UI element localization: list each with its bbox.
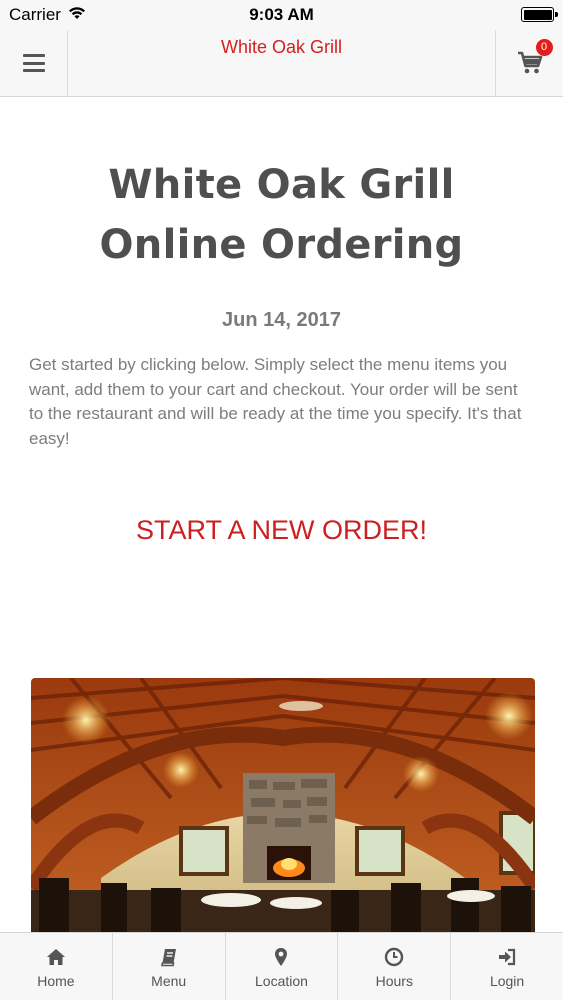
map-pin-icon: [275, 948, 288, 966]
tab-menu-label: Menu: [151, 973, 187, 989]
start-new-order-button[interactable]: START A NEW ORDER!: [0, 515, 563, 546]
order-date: Jun 14, 2017: [222, 309, 341, 331]
tab-menu[interactable]: Menu: [113, 933, 226, 1000]
page-title-line1: White Oak Grill: [108, 162, 455, 208]
page-title-line2: Online Ordering: [99, 222, 464, 268]
tab-home-label: Home: [37, 973, 75, 989]
cart-button[interactable]: 0: [495, 30, 563, 96]
main-content: White Oak Grill Online Ordering Jun 14, …: [0, 97, 563, 932]
tab-location-label: Location: [255, 973, 308, 989]
page-title: White Oak Grill Online Ordering: [0, 155, 563, 275]
tab-location[interactable]: Location: [226, 933, 339, 1000]
tab-hours[interactable]: Hours: [338, 933, 452, 1000]
tab-login[interactable]: Login: [451, 933, 563, 1000]
status-time: 9:03 AM: [249, 5, 314, 24]
battery-icon: [521, 7, 558, 22]
nav-title: White Oak Grill: [220, 37, 343, 57]
home-icon: [46, 949, 65, 965]
shopping-cart-icon: [517, 51, 542, 74]
sign-in-icon: [499, 948, 516, 966]
restaurant-interior-photo: [31, 678, 535, 932]
cart-count-badge: 0: [535, 39, 553, 56]
tab-home[interactable]: Home: [0, 933, 113, 1000]
hamburger-icon: [22, 54, 45, 72]
book-icon: [160, 949, 176, 967]
status-bar: Carrier 9:03 AM: [0, 0, 563, 30]
tab-login-label: Login: [489, 973, 525, 989]
clock-icon: [385, 947, 404, 967]
tab-hours-label: Hours: [375, 973, 413, 989]
menu-button[interactable]: [0, 30, 68, 96]
intro-text: Get started by clicking below. Simply se…: [29, 355, 522, 448]
nav-bar: White Oak Grill 0: [0, 30, 563, 97]
bottom-tab-bar: Home Menu Location Hours Login: [0, 932, 563, 1000]
